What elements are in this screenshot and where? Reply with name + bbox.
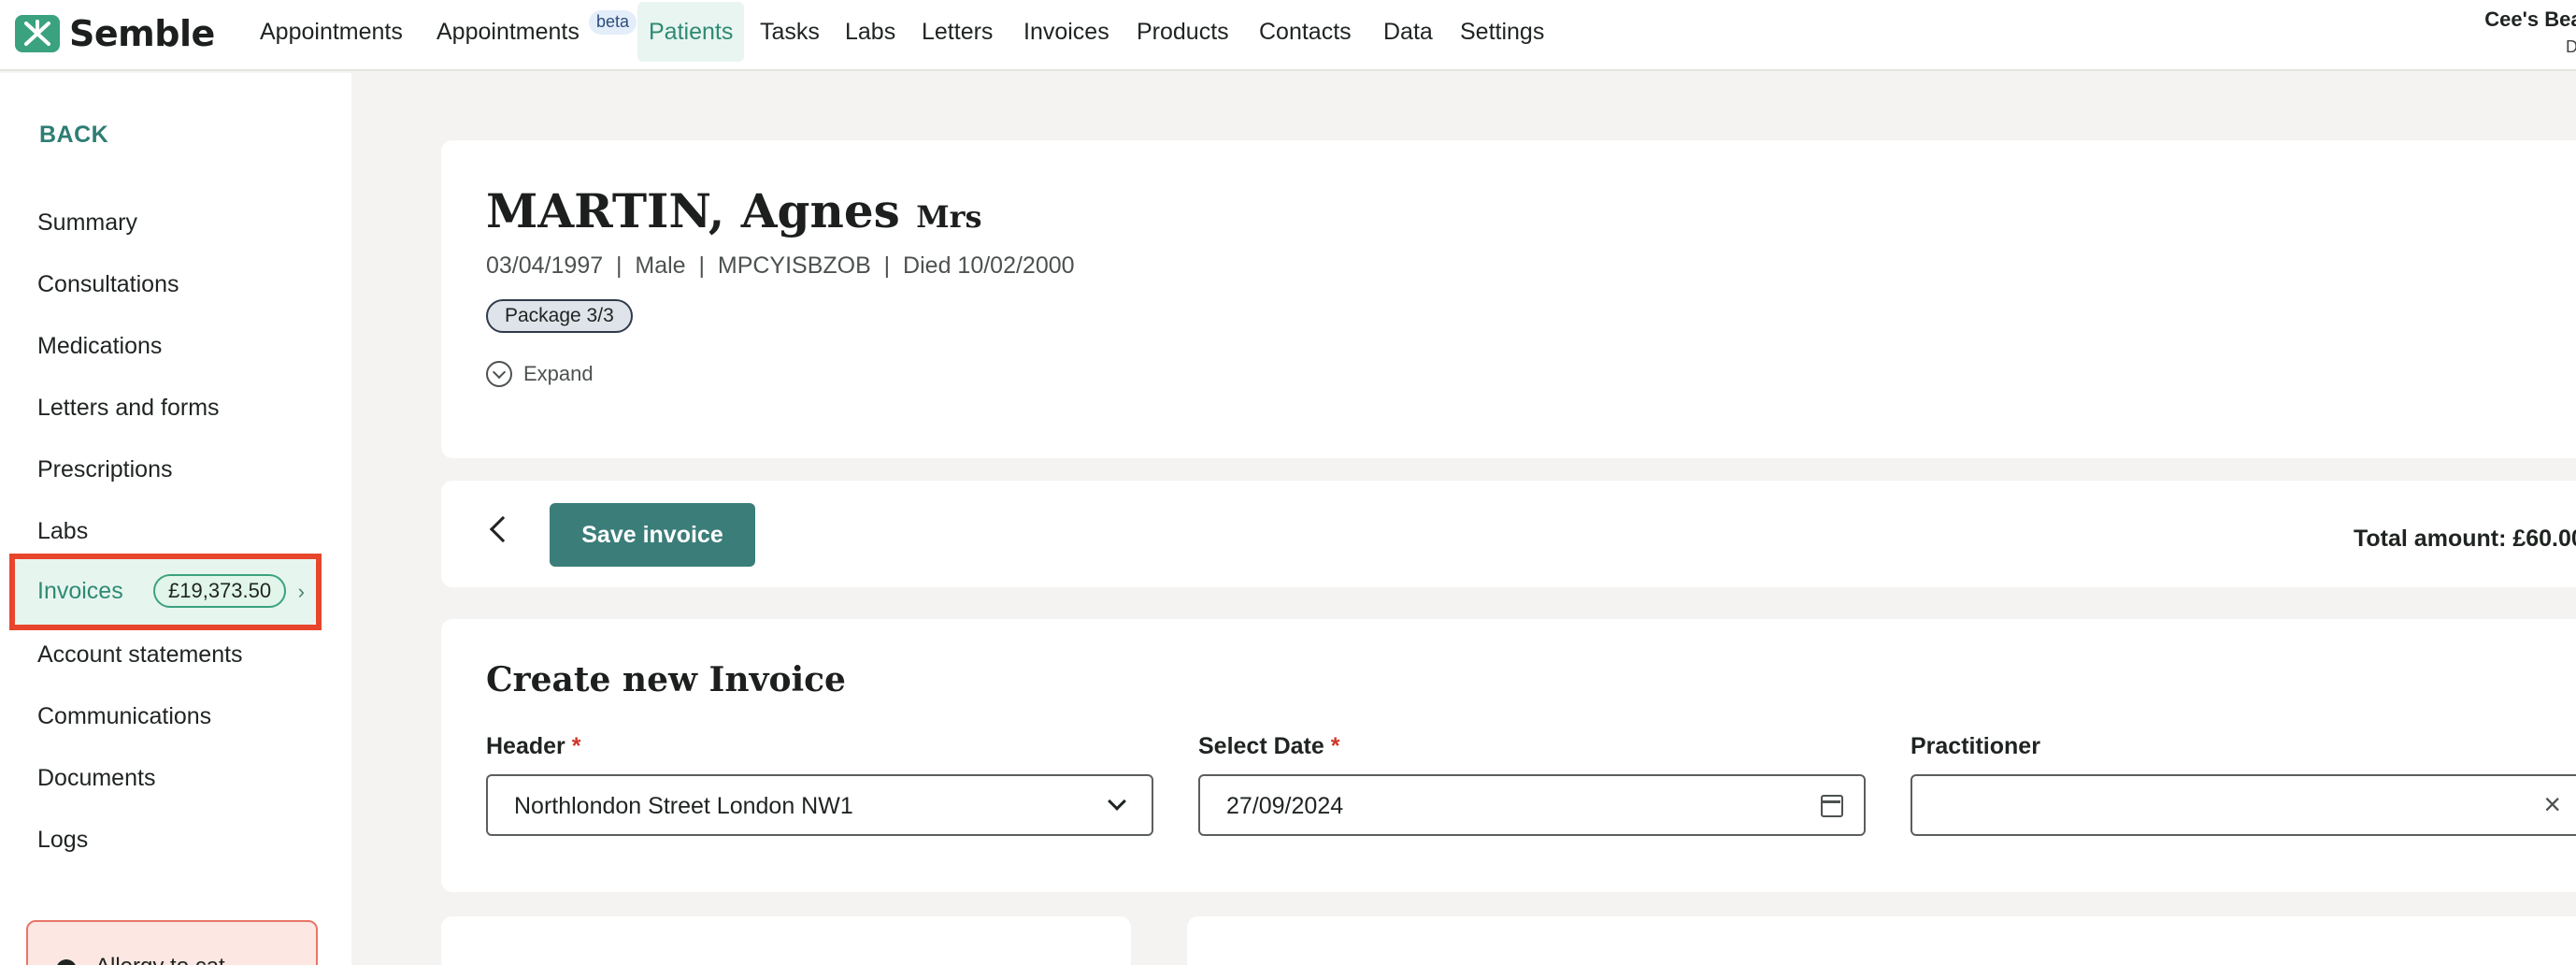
patient-name: MARTIN, Agnes Mrs	[486, 183, 982, 238]
practitioner-label: Practitioner	[1911, 733, 2040, 759]
patient-full-name: MARTIN, Agnes	[486, 183, 900, 238]
nav-invoices[interactable]: Invoices	[1023, 0, 1109, 64]
package-badge: Package 3/3	[486, 299, 633, 333]
header-label: Header *	[486, 733, 581, 759]
header-value: Northlondon Street London NW1	[514, 793, 853, 819]
user-name[interactable]: Cee's Beau	[2484, 7, 2576, 32]
nav-settings[interactable]: Settings	[1460, 0, 1544, 64]
sidebar-item-medications[interactable]: Medications	[37, 333, 162, 360]
close-icon[interactable]: ×	[2543, 789, 2561, 819]
header-select[interactable]: Northlondon Street London NW1	[486, 774, 1153, 836]
nav-letters[interactable]: Letters	[922, 0, 993, 64]
brand-name: Semble	[69, 13, 215, 54]
patient-title: Mrs	[916, 199, 982, 235]
beta-badge: beta	[589, 10, 637, 35]
nav-products[interactable]: Products	[1137, 0, 1229, 64]
sidebar-item-prescriptions[interactable]: Prescriptions	[37, 456, 173, 483]
invoice-items-card	[441, 916, 1131, 965]
sidebar-item-consultations[interactable]: Consultations	[37, 271, 179, 298]
date-value: 27/09/2024	[1226, 793, 1344, 819]
chevron-down-circle-icon	[486, 361, 512, 387]
allergy-alert[interactable]: Allergy to cat	[26, 920, 318, 965]
sidebar-item-summary[interactable]: Summary	[37, 209, 137, 237]
invoice-toolbar	[441, 481, 2576, 587]
sidebar-item-communications[interactable]: Communications	[37, 703, 211, 730]
sidebar-item-labs[interactable]: Labs	[37, 518, 88, 545]
nav-appointments-beta[interactable]: Appointments	[436, 0, 580, 64]
sidebar-item-documents[interactable]: Documents	[37, 765, 155, 792]
expand-toggle[interactable]: Expand	[486, 361, 594, 387]
back-link[interactable]: BACK	[39, 122, 108, 149]
semble-logo-icon	[15, 15, 60, 52]
expand-label: Expand	[523, 362, 594, 385]
alert-icon	[56, 959, 77, 965]
nav-labs[interactable]: Labs	[845, 0, 895, 64]
highlight-box	[9, 554, 322, 630]
sidebar-item-letters-and-forms[interactable]: Letters and forms	[37, 395, 220, 422]
save-invoice-button[interactable]: Save invoice	[550, 503, 755, 567]
calendar-icon[interactable]	[1821, 795, 1843, 817]
total-amount: Total amount: £60.00	[2354, 526, 2576, 552]
chevron-down-icon	[1108, 792, 1126, 811]
form-title: Create new Invoice	[486, 660, 846, 699]
nav-contacts[interactable]: Contacts	[1259, 0, 1352, 64]
date-label: Select Date *	[1198, 733, 1340, 759]
practitioner-select[interactable]: ×	[1911, 774, 2576, 836]
user-role: Dr	[2566, 37, 2576, 56]
sidebar-item-logs[interactable]: Logs	[37, 827, 88, 854]
top-nav: Semble Appointments Appointments beta Pa…	[0, 0, 2576, 71]
sidebar-item-account-statements[interactable]: Account statements	[37, 641, 243, 669]
nav-data[interactable]: Data	[1383, 0, 1433, 64]
nav-appointments[interactable]: Appointments	[260, 0, 403, 64]
allergy-alert-text: Allergy to cat	[95, 954, 225, 965]
date-input[interactable]: 27/09/2024	[1198, 774, 1866, 836]
patient-details: 03/04/1997 | Male | MPCYISBZOB | Died 10…	[486, 252, 1075, 279]
nav-tasks[interactable]: Tasks	[760, 0, 820, 64]
semble-logo[interactable]: Semble	[15, 13, 215, 54]
nav-patients[interactable]: Patients	[637, 2, 745, 62]
invoice-details-card	[1187, 916, 2576, 965]
